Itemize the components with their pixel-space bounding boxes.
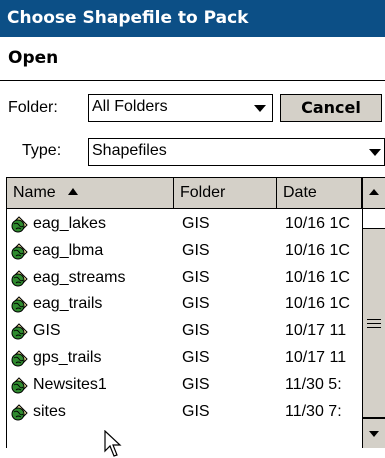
- shapefile-globe-icon: [11, 216, 28, 233]
- type-dropdown[interactable]: Shapefiles: [88, 138, 385, 166]
- type-dropdown-value: Shapefiles: [92, 142, 167, 159]
- file-row[interactable]: gps_trails GIS 10/17 11: [7, 346, 362, 372]
- file-name: gps_trails: [33, 349, 102, 366]
- folder-label: Folder:: [8, 99, 58, 116]
- file-name: eag_lbma: [33, 241, 104, 259]
- scroll-up-arrow-icon: [369, 189, 379, 195]
- column-header-date[interactable]: Date: [277, 178, 362, 209]
- folder-dropdown[interactable]: All Folders: [88, 94, 273, 122]
- file-date: 10/17 11: [285, 349, 347, 366]
- shapefile-globe-icon: [11, 350, 28, 367]
- shapefile-globe-icon: [11, 296, 28, 313]
- file-row[interactable]: eag_lakes GIS 10/16 1C: [7, 212, 362, 238]
- file-row[interactable]: GIS GIS 10/17 11: [7, 319, 362, 345]
- file-date: 10/16 1C: [285, 268, 350, 286]
- shapefile-globe-icon: [11, 243, 28, 260]
- folder-dropdown-value: All Folders: [92, 98, 168, 115]
- file-name: Newsites1: [33, 375, 107, 393]
- file-date: 11/30 5:: [285, 375, 342, 393]
- file-folder: GIS: [182, 375, 210, 393]
- column-header-name-label: Name: [13, 184, 56, 201]
- file-folder: GIS: [182, 322, 210, 340]
- file-folder: GIS: [182, 215, 210, 232]
- file-folder: GIS: [182, 349, 210, 366]
- grip-line: [367, 327, 381, 328]
- file-row[interactable]: sites GIS 11/30 7:: [7, 400, 362, 426]
- scroll-down-button[interactable]: [363, 418, 385, 448]
- window-title: Choose Shapefile to Pack: [0, 0, 385, 37]
- file-name: GIS: [33, 322, 61, 340]
- file-date: 10/16 1C: [285, 241, 350, 259]
- type-label: Type:: [22, 142, 62, 159]
- file-list[interactable]: Name Folder Date eag_lakes GIS 10/16 1C eag…: [6, 177, 385, 448]
- shapefile-globe-icon: [11, 377, 28, 394]
- shapefile-globe-icon: [11, 269, 28, 287]
- chevron-down-icon: [369, 149, 381, 156]
- file-row[interactable]: Newsites1 GIS 11/30 5:: [7, 373, 362, 399]
- file-folder: GIS: [182, 241, 210, 259]
- file-folder: GIS: [182, 402, 210, 420]
- grip-line: [367, 319, 381, 320]
- file-row[interactable]: eag_trails GIS 10/16 1C: [7, 292, 362, 318]
- file-date: 10/17 11: [285, 322, 347, 340]
- scroll-up-button[interactable]: [363, 178, 385, 209]
- file-name: sites: [33, 402, 66, 420]
- scroll-down-arrow-icon: [369, 431, 379, 437]
- file-date: 10/16 1C: [285, 215, 350, 232]
- column-header-name[interactable]: Name: [7, 178, 174, 209]
- mouse-pointer-icon: [104, 430, 122, 457]
- shapefile-globe-icon: [11, 403, 28, 421]
- file-name: eag_streams: [33, 268, 126, 286]
- open-menu-label[interactable]: Open: [0, 37, 385, 80]
- scroll-thumb[interactable]: [363, 228, 385, 418]
- file-folder: GIS: [182, 268, 210, 286]
- file-folder: GIS: [182, 295, 210, 313]
- file-row[interactable]: eag_lbma GIS 10/16 1C: [7, 239, 362, 265]
- grip-line: [367, 323, 381, 324]
- sort-ascending-icon: [67, 188, 78, 195]
- file-name: eag_trails: [33, 295, 103, 313]
- vertical-scrollbar[interactable]: [362, 178, 385, 448]
- file-date: 10/16 1C: [285, 295, 350, 313]
- divider: [0, 80, 385, 81]
- file-date: 11/30 7:: [285, 402, 342, 420]
- file-row[interactable]: eag_streams GIS 10/16 1C: [7, 266, 362, 292]
- file-name: eag_lakes: [33, 215, 106, 232]
- cancel-button[interactable]: Cancel: [280, 94, 382, 122]
- chevron-down-icon: [254, 105, 266, 112]
- column-header-folder[interactable]: Folder: [174, 178, 277, 209]
- shapefile-globe-icon: [11, 323, 28, 340]
